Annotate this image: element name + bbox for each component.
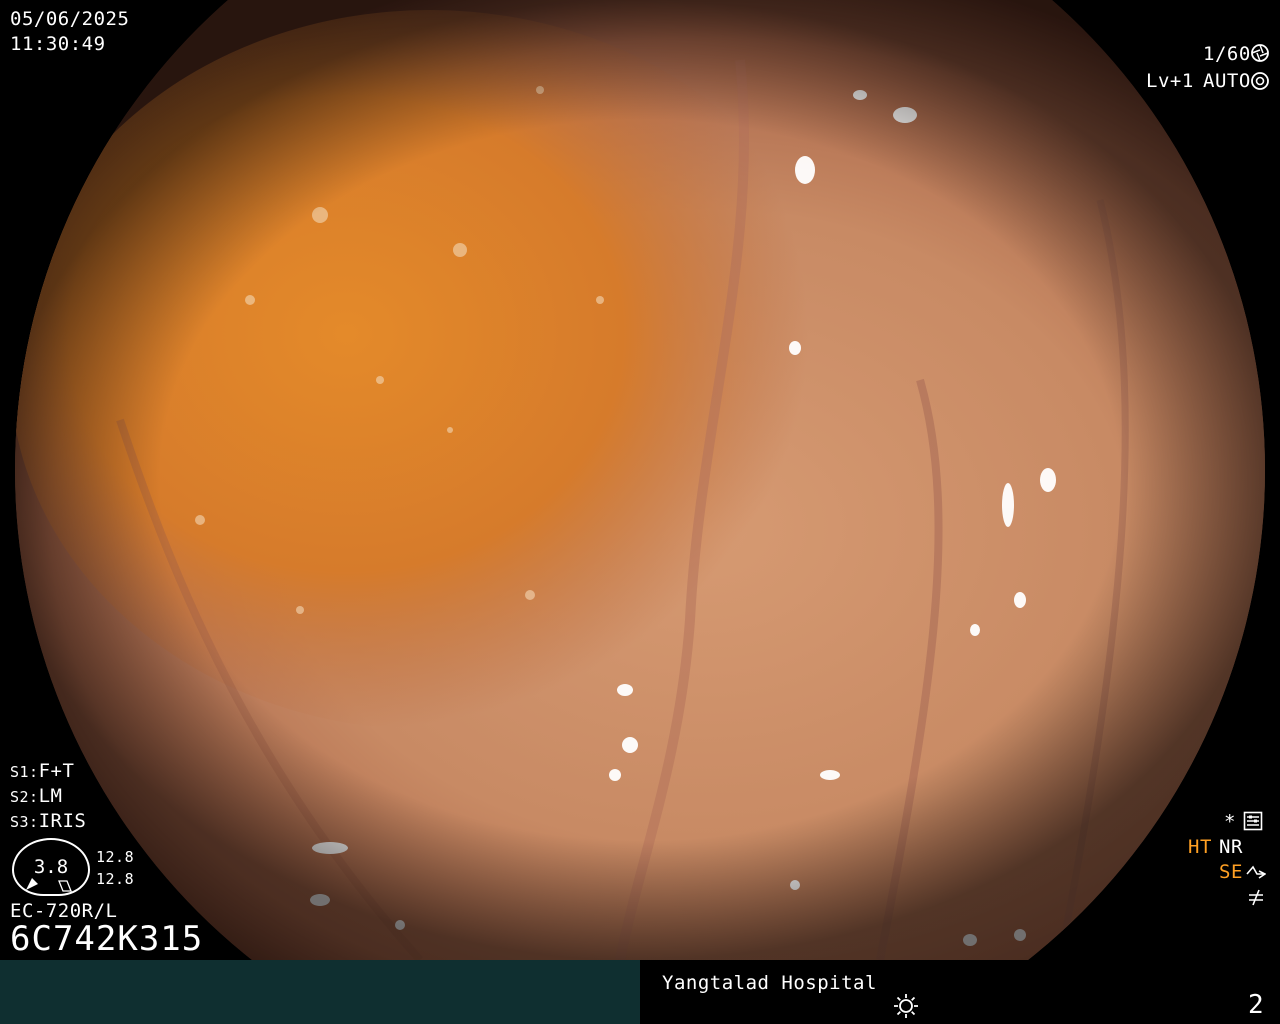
shutter-label: 1/60: [1203, 43, 1251, 65]
shutter-icon: [1251, 44, 1269, 62]
footer-right-panel: Yangtalad Hospital 2: [640, 960, 1280, 1024]
gauge-top-value: 12.8: [96, 848, 135, 866]
hospital-name: Yangtalad Hospital: [662, 972, 877, 994]
s2-setting: S2:LM: [10, 785, 62, 807]
scope-serial: 6C742K315: [10, 919, 204, 959]
endoscopic-image: [15, 0, 1265, 960]
s2-key: S2:: [10, 788, 39, 806]
time-label: 11:30:49: [10, 33, 106, 55]
asterisk-indicator: *: [1224, 811, 1236, 833]
s1-setting: S1:F+T: [10, 760, 74, 782]
nr-indicator: NR: [1219, 836, 1243, 858]
settings-icon: [1243, 811, 1263, 831]
gauge-marker-icon: [26, 878, 38, 890]
page-number: 2: [1248, 990, 1265, 1020]
scope-gauge: 3.8: [12, 838, 90, 896]
se-indicator: SE: [1219, 861, 1243, 883]
auto-label: AUTO: [1203, 70, 1251, 92]
s1-value: F+T: [38, 760, 75, 782]
brightness-icon: [894, 994, 918, 1018]
ht-indicator: HT: [1188, 836, 1212, 858]
s1-key: S1:: [10, 763, 39, 781]
freeze-icon: [1249, 889, 1263, 906]
s3-setting: S3:IRIS: [10, 810, 86, 832]
date-label: 05/06/2025: [10, 8, 130, 30]
gauge-value: 3.8: [33, 856, 69, 878]
gauge-bottom-value: 12.8: [96, 870, 135, 888]
endoscopy-view: [0, 0, 1280, 960]
s3-key: S3:: [10, 813, 39, 831]
s2-value: LM: [38, 785, 63, 807]
footer-left-panel: [0, 960, 640, 1024]
auto-iris-icon: [1251, 72, 1269, 90]
s3-value: IRIS: [38, 810, 87, 832]
level-label: Lv+1: [1146, 70, 1194, 92]
gauge-tip-icon: [58, 880, 72, 892]
structure-enhance-icon: [1246, 865, 1266, 879]
footer-bar: Yangtalad Hospital 2: [0, 960, 1280, 1024]
